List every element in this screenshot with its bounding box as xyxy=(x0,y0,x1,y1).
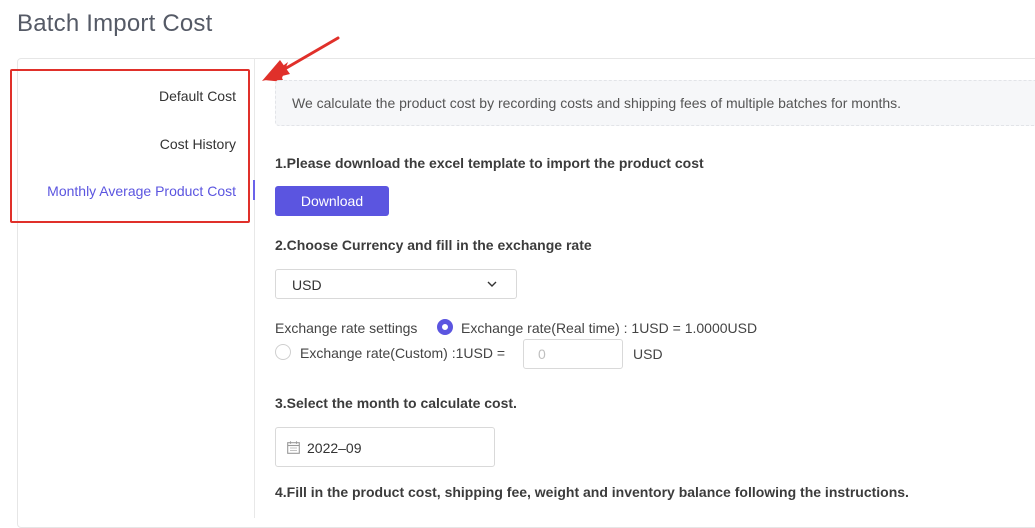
exchange-rate-settings-label: Exchange rate settings xyxy=(275,320,418,336)
custom-rate-unit: USD xyxy=(633,346,663,362)
month-picker-value: 2022–09 xyxy=(307,440,362,456)
currency-select[interactable]: USD xyxy=(275,269,517,299)
sidebar-active-indicator xyxy=(253,180,255,200)
step-4-heading: 4.Fill in the product cost, shipping fee… xyxy=(275,484,909,500)
calendar-icon xyxy=(287,441,300,454)
page-title: Batch Import Cost xyxy=(17,10,213,37)
download-button[interactable]: Download xyxy=(275,186,389,216)
radio-custom-rate[interactable] xyxy=(275,344,291,360)
custom-rate-input[interactable] xyxy=(523,339,623,369)
currency-select-value: USD xyxy=(292,277,322,293)
sidebar-item-monthly-average-product-cost[interactable]: Monthly Average Product Cost xyxy=(47,183,236,199)
realtime-rate-label: Exchange rate(Real time) : 1USD = 1.0000… xyxy=(461,320,758,336)
sidebar-item-default-cost[interactable]: Default Cost xyxy=(159,88,236,104)
month-picker[interactable]: 2022–09 xyxy=(275,427,495,467)
sidebar: Default Cost Cost History Monthly Averag… xyxy=(17,58,255,518)
info-banner: We calculate the product cost by recordi… xyxy=(275,80,1035,126)
step-1-heading: 1.Please download the excel template to … xyxy=(275,155,704,171)
sidebar-item-cost-history[interactable]: Cost History xyxy=(160,136,236,152)
chevron-down-icon xyxy=(487,281,497,287)
custom-rate-label: Exchange rate(Custom) :1USD = xyxy=(300,345,506,361)
step-3-heading: 3.Select the month to calculate cost. xyxy=(275,395,517,411)
radio-realtime-rate[interactable] xyxy=(437,319,453,335)
step-2-heading: 2.Choose Currency and fill in the exchan… xyxy=(275,237,592,253)
